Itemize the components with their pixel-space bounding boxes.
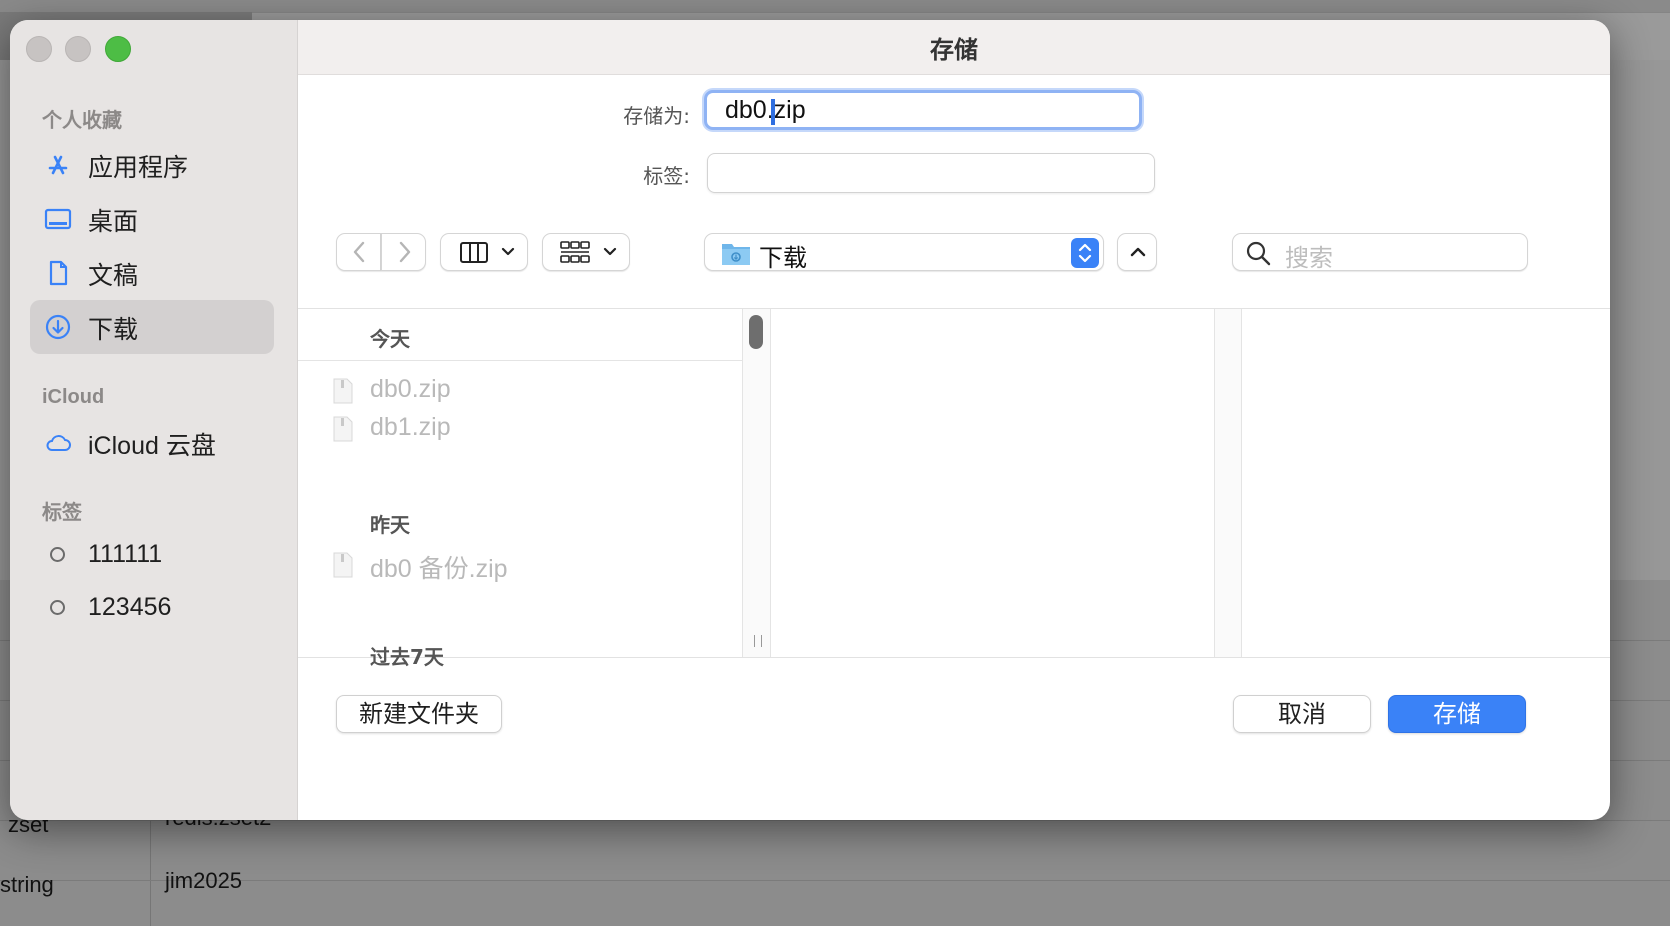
search-field[interactable]: 搜索 bbox=[1232, 233, 1528, 272]
popup-stepper bbox=[1071, 238, 1099, 268]
file-name: db0 备份.zip bbox=[370, 555, 508, 583]
zip-file-icon bbox=[333, 378, 353, 404]
file-browser: 今天 db0.zip db1.zip 昨天 db0 备份.zip 过去7天 bbox=[298, 308, 1610, 669]
app-store-icon bbox=[48, 155, 68, 175]
cloud-icon bbox=[46, 435, 71, 451]
chevron-up-icon bbox=[1130, 247, 1146, 257]
chevron-left-icon bbox=[353, 241, 365, 263]
sidebar-tag-111111[interactable]: 111111 bbox=[30, 530, 274, 584]
tags-input[interactable] bbox=[707, 153, 1155, 193]
cancel-button[interactable]: 取消 bbox=[1233, 695, 1371, 733]
up-down-chevron-icon bbox=[1078, 243, 1092, 263]
filename-input[interactable]: db0.zip bbox=[704, 90, 1142, 130]
group-header-yesterday: 昨天 bbox=[370, 513, 410, 537]
title-bar: 存储 bbox=[298, 20, 1610, 75]
save-dialog: 个人收藏 应用程序 桌面 文稿 下载 iCloud iCloud 云盘 标签 1… bbox=[10, 20, 1610, 820]
file-list-column: 今天 db0.zip db1.zip 昨天 db0 备份.zip 过去7天 bbox=[298, 309, 742, 669]
background-row-line bbox=[0, 880, 1670, 881]
save-as-label: 存储为: bbox=[623, 104, 690, 128]
group-header-past-7-days: 过去7天 bbox=[370, 645, 444, 669]
sidebar-tag-label: 123456 bbox=[88, 593, 172, 621]
dialog-title: 存储 bbox=[930, 36, 978, 64]
location-popup[interactable]: 下载 bbox=[704, 233, 1104, 272]
favorites-header: 个人收藏 bbox=[42, 110, 122, 132]
tag-circle-icon bbox=[50, 547, 65, 562]
columns-view-icon bbox=[460, 242, 515, 263]
sidebar-item-label: 应用程序 bbox=[88, 154, 189, 182]
background-row-value: jim2025 bbox=[165, 868, 243, 893]
scrollbar[interactable] bbox=[742, 309, 771, 657]
view-mode-columns-button[interactable] bbox=[440, 233, 528, 271]
sidebar-item-label: 下载 bbox=[88, 316, 139, 344]
column-resize-handle[interactable] bbox=[754, 635, 762, 647]
minimize-window-button[interactable] bbox=[65, 36, 91, 62]
sidebar-item-label: 文稿 bbox=[88, 262, 139, 290]
sidebar-tag-123456[interactable]: 123456 bbox=[30, 583, 274, 637]
sidebar: 个人收藏 应用程序 桌面 文稿 下载 iCloud iCloud 云盘 标签 1… bbox=[10, 20, 298, 820]
column-scroll-track bbox=[1215, 309, 1241, 657]
search-icon bbox=[1246, 241, 1271, 266]
scrollbar-thumb[interactable] bbox=[749, 315, 763, 349]
sidebar-item-documents[interactable]: 文稿 bbox=[30, 246, 274, 300]
zip-file-icon bbox=[333, 416, 353, 442]
close-window-button[interactable] bbox=[26, 36, 52, 62]
sidebar-item-downloads[interactable]: 下载 bbox=[30, 300, 274, 354]
tag-circle-icon bbox=[50, 600, 65, 615]
sidebar-tag-label: 111111 bbox=[88, 540, 163, 568]
desktop-icon bbox=[44, 208, 72, 230]
sidebar-item-icloud-drive[interactable]: iCloud 云盘 bbox=[30, 416, 274, 470]
zip-file-icon bbox=[333, 552, 353, 578]
background-row-type: string bbox=[0, 872, 54, 897]
icloud-header: iCloud bbox=[42, 386, 105, 408]
group-header-today: 今天 bbox=[370, 327, 410, 351]
sidebar-item-desktop[interactable]: 桌面 bbox=[30, 192, 274, 246]
expand-collapse-button[interactable] bbox=[1117, 233, 1157, 271]
zoom-window-button[interactable] bbox=[105, 36, 131, 62]
back-button[interactable] bbox=[336, 233, 381, 271]
file-name: db1.zip bbox=[370, 413, 451, 441]
document-icon bbox=[49, 260, 68, 286]
sidebar-item-applications[interactable]: 应用程序 bbox=[30, 138, 274, 192]
location-label: 下载 bbox=[759, 244, 807, 272]
sidebar-item-label: 桌面 bbox=[88, 208, 139, 236]
new-folder-button[interactable]: 新建文件夹 bbox=[336, 695, 502, 733]
file-name: db0.zip bbox=[370, 375, 451, 403]
search-placeholder: 搜索 bbox=[1285, 244, 1333, 272]
tags-label: 标签: bbox=[643, 164, 690, 188]
chevron-right-icon bbox=[399, 241, 411, 263]
forward-button[interactable] bbox=[381, 233, 426, 271]
filename-value: db0.zip bbox=[725, 96, 806, 124]
group-divider bbox=[298, 360, 742, 361]
background-app-top bbox=[0, 0, 1670, 12]
sidebar-item-label: iCloud 云盘 bbox=[88, 432, 216, 460]
save-button[interactable]: 存储 bbox=[1388, 695, 1526, 733]
downloads-folder-icon bbox=[722, 244, 750, 265]
group-by-button[interactable] bbox=[542, 233, 630, 271]
text-cursor bbox=[771, 99, 775, 125]
column-divider bbox=[1241, 309, 1242, 657]
tags-header: 标签 bbox=[42, 502, 82, 524]
download-icon bbox=[45, 314, 71, 340]
grid-view-icon bbox=[560, 241, 617, 263]
